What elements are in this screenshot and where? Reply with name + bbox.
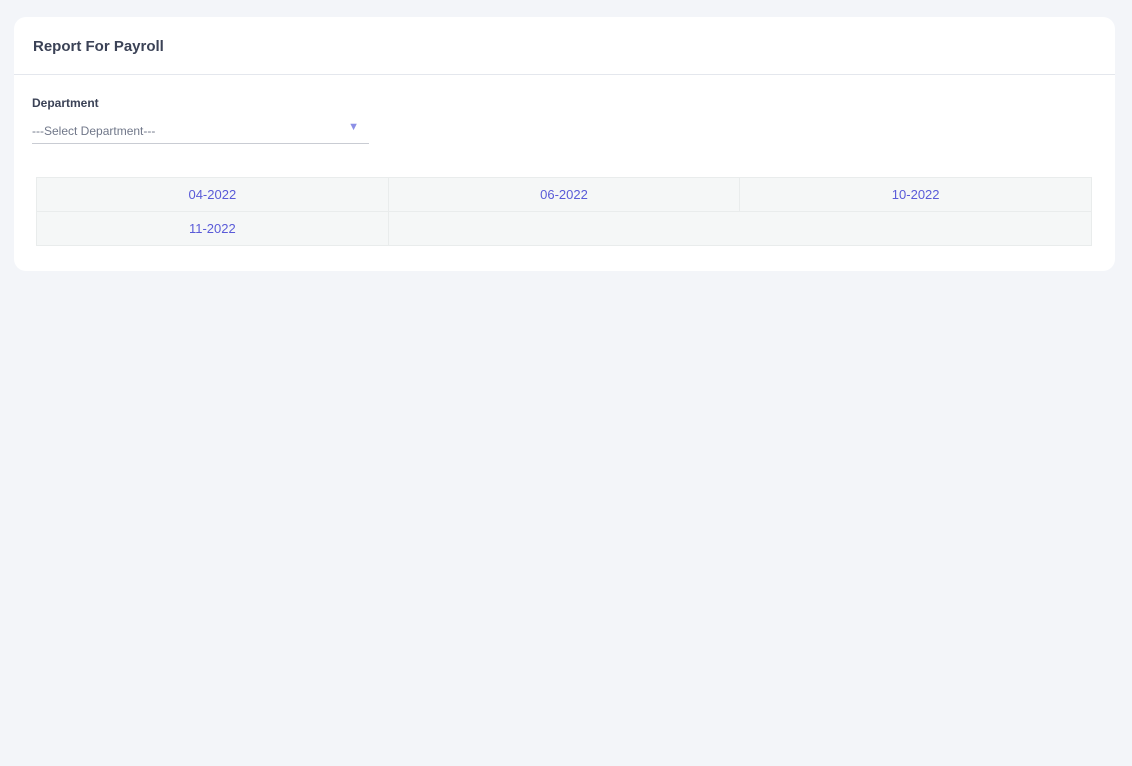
months-table: 04-2022 06-2022 10-2022 11-2022 [36, 177, 1093, 246]
department-select-value: ---Select Department--- [32, 124, 156, 138]
department-label: Department [32, 96, 99, 110]
empty-cell [387, 211, 1093, 246]
month-link-11-2022[interactable]: 11-2022 [36, 211, 389, 246]
month-link-10-2022[interactable]: 10-2022 [739, 177, 1092, 212]
page-title: Report For Payroll [33, 38, 164, 55]
dropdown-arrow-icon: ▼ [348, 121, 359, 133]
card-body: Department ---Select Department--- ▼ [14, 75, 1115, 144]
month-link-04-2022[interactable]: 04-2022 [36, 177, 389, 212]
department-select[interactable]: ---Select Department--- ▼ [32, 121, 369, 144]
table-row: 11-2022 [36, 211, 1093, 246]
month-link-06-2022[interactable]: 06-2022 [387, 177, 741, 212]
table-row: 04-2022 06-2022 10-2022 [36, 177, 1092, 212]
payroll-report-card: Report For Payroll Department ---Select … [14, 17, 1115, 271]
card-header: Report For Payroll [14, 17, 1115, 75]
